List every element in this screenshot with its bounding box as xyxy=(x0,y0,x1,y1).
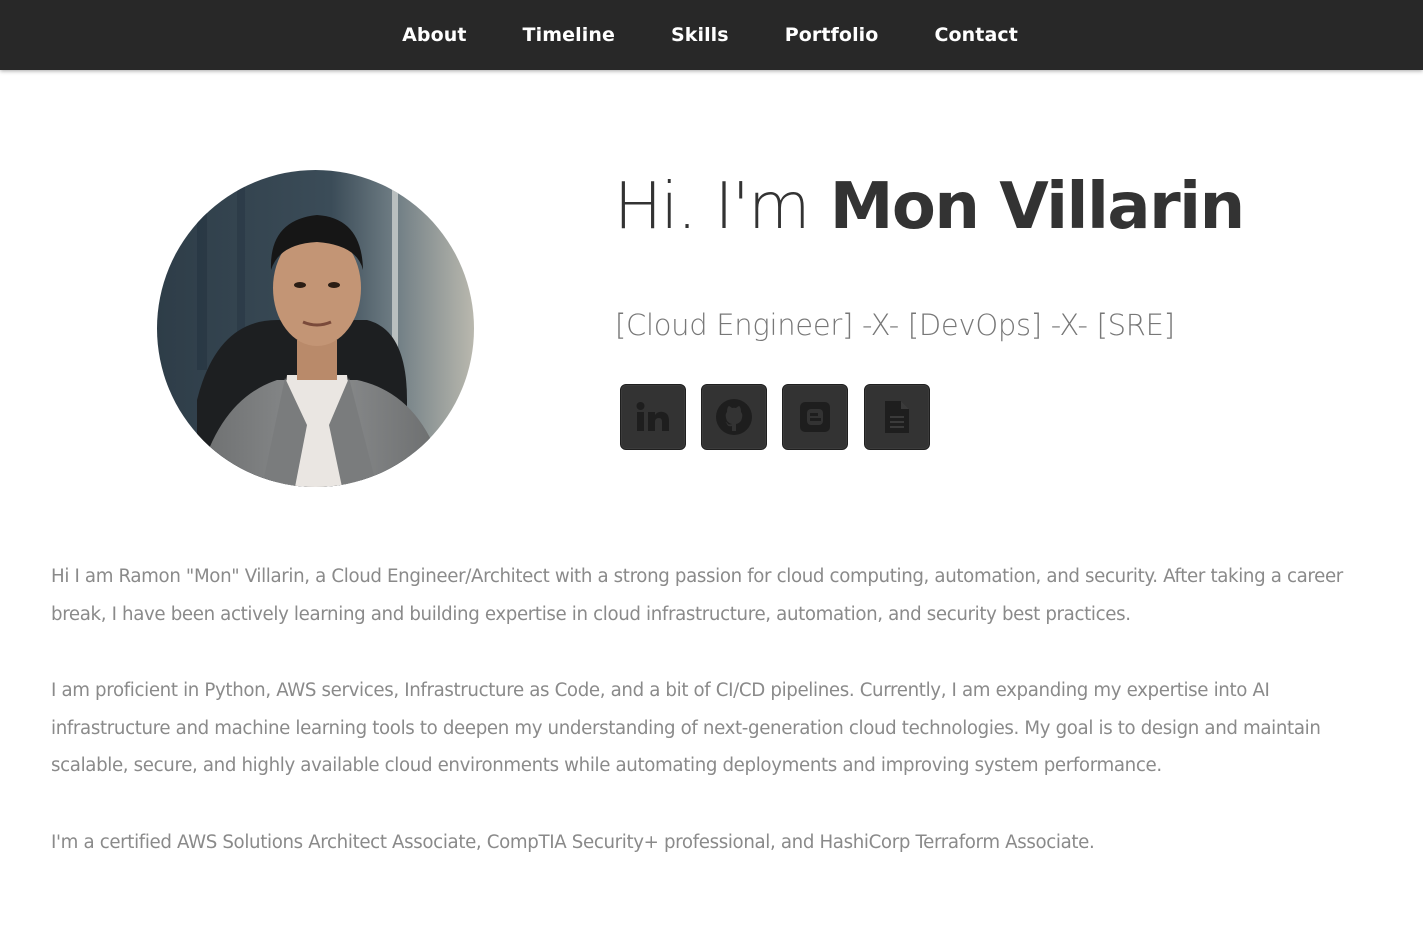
github-button[interactable] xyxy=(701,384,767,450)
nav-item-skills[interactable]: Skills xyxy=(643,24,757,46)
github-icon xyxy=(716,399,752,435)
hero-name: Mon Villarin xyxy=(829,170,1245,244)
nav-item-about[interactable]: About xyxy=(374,24,494,46)
about-bio: Hi I am Ramon "Mon" Villarin, a Cloud En… xyxy=(51,558,1371,900)
nav-item-contact[interactable]: Contact xyxy=(906,24,1045,46)
nav-item-timeline[interactable]: Timeline xyxy=(495,24,643,46)
blog-button[interactable] xyxy=(782,384,848,450)
nav-item-portfolio[interactable]: Portfolio xyxy=(757,24,907,46)
hero-greeting: Hi. I'm xyxy=(614,170,810,244)
linkedin-button[interactable] xyxy=(620,384,686,450)
social-links xyxy=(620,384,930,450)
resume-button[interactable] xyxy=(864,384,930,450)
nav-menu: About Timeline Skills Portfolio Contact xyxy=(374,24,1046,46)
hero-heading: Hi. I'm Mon Villarin xyxy=(614,170,1245,244)
linkedin-icon xyxy=(636,402,669,431)
bio-paragraph: I am proficient in Python, AWS services,… xyxy=(51,680,1321,776)
profile-photo-image xyxy=(157,170,474,487)
bio-paragraph: Hi I am Ramon "Mon" Villarin, a Cloud En… xyxy=(51,566,1343,625)
hero-subtitle: [Cloud Engineer] -X- [DevOps] -X- [SRE] xyxy=(615,308,1175,342)
blog-icon xyxy=(800,402,830,432)
profile-photo xyxy=(157,170,474,487)
top-navbar: About Timeline Skills Portfolio Contact xyxy=(0,0,1423,70)
bio-paragraph: I'm a certified AWS Solutions Architect … xyxy=(51,831,1095,853)
resume-document-icon xyxy=(885,401,909,433)
